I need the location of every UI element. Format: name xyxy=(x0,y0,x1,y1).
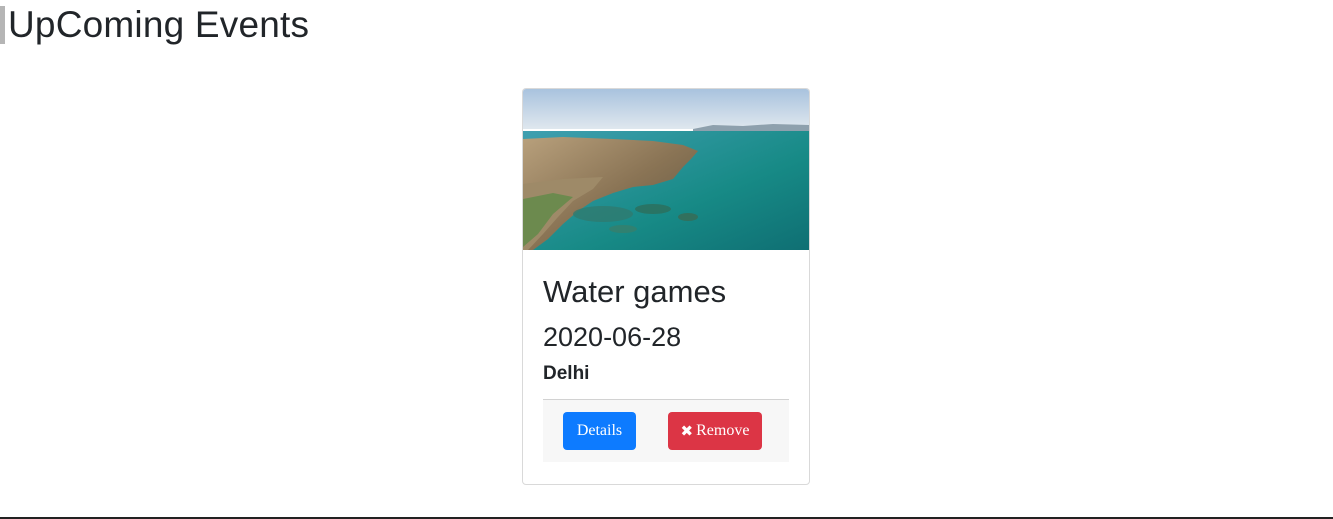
details-button[interactable]: Details xyxy=(563,412,636,450)
page-title: UpComing Events xyxy=(8,4,310,45)
event-image xyxy=(523,89,809,250)
remove-button[interactable]: ✖ Remove xyxy=(668,412,762,450)
event-location: Delhi xyxy=(543,363,590,384)
heading-accent-bar xyxy=(0,6,5,44)
remove-button-label: Remove xyxy=(696,422,750,439)
event-title: Water games xyxy=(543,274,727,309)
event-date: 2020-06-28 xyxy=(543,322,682,352)
card-body: Water games 2020-06-28 Delhi xyxy=(523,274,809,387)
close-icon: ✖ xyxy=(680,422,694,440)
event-card: Water games 2020-06-28 Delhi Details ✖ R… xyxy=(522,88,810,485)
card-footer: Details ✖ Remove xyxy=(543,399,789,462)
page-heading: UpComing Events xyxy=(0,4,309,46)
details-button-label: Details xyxy=(576,422,623,439)
